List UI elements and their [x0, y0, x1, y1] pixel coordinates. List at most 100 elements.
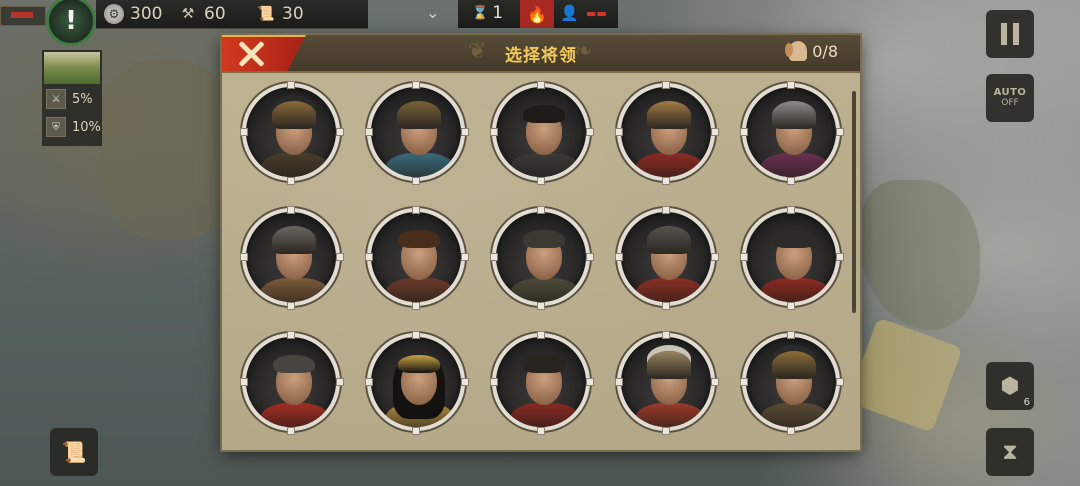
frame-notch — [662, 206, 670, 214]
dialog-header: ❦ 选择将领 ❧ 0/8 — [222, 35, 860, 73]
frame-notch — [490, 128, 498, 136]
frame-notch — [287, 427, 295, 435]
resource-bar: ⚙ 300 ⚒ 60 📜 30 ⌄ — [96, 0, 439, 29]
armor — [510, 403, 580, 427]
stat-row-2: ⛨ 10% — [46, 116, 101, 138]
frame-notch — [537, 206, 545, 214]
frame-notch — [787, 427, 795, 435]
general-portrait-lion-pelt-general[interactable] — [617, 83, 715, 181]
frame-notch — [287, 177, 295, 185]
helmet — [772, 101, 816, 129]
frame-notch — [787, 331, 795, 339]
helmet — [772, 351, 816, 379]
scrollbar[interactable] — [852, 91, 856, 313]
top-bar: ⚙ 300 ⚒ 60 📜 30 ⌄ ! ⌛ 1 🔥 👤 ▬▬ — [0, 0, 1080, 46]
frame-notch — [787, 206, 795, 214]
frame-notch — [586, 128, 594, 136]
general-portrait-crested-helmet-general-3[interactable] — [742, 333, 840, 431]
frame-notch — [287, 81, 295, 89]
iron-resource: ⚒ 60 — [178, 3, 226, 25]
armor — [510, 278, 580, 302]
frame-notch — [365, 253, 373, 261]
scroll-icon: 📜 — [61, 440, 87, 464]
general-portrait-queen-general[interactable] — [367, 333, 465, 431]
general-portrait-young-general[interactable] — [367, 208, 465, 306]
frame-notch — [287, 331, 295, 339]
general-portrait-crested-helmet-general-1[interactable] — [242, 83, 340, 181]
headdress — [398, 355, 440, 373]
frame-notch — [836, 378, 844, 386]
frame-notch — [740, 378, 748, 386]
supplies-resource: 📜 30 — [256, 3, 303, 25]
status-bar: ⌛ 1 🔥 👤 ▬▬ — [458, 0, 618, 28]
frame-notch — [461, 253, 469, 261]
end-turn-button[interactable]: ⧗ — [986, 428, 1034, 476]
hair — [773, 230, 815, 248]
helmet — [647, 226, 691, 254]
frame-notch — [240, 253, 248, 261]
general-portrait-bronze-cap-general[interactable] — [367, 83, 465, 181]
frame-notch — [662, 427, 670, 435]
pause-button[interactable] — [986, 10, 1034, 58]
frame-notch — [711, 378, 719, 386]
frame-notch — [586, 253, 594, 261]
helmet — [272, 101, 316, 129]
frame-notch — [490, 253, 498, 261]
armor — [260, 278, 330, 302]
chevron-down-icon[interactable]: ⌄ — [426, 3, 439, 22]
iron-value: 60 — [204, 4, 226, 24]
frame-notch — [836, 253, 844, 261]
general-portrait-bare-head-general-1[interactable] — [492, 83, 590, 181]
general-portrait-crested-helmet-general-2[interactable] — [617, 333, 715, 431]
armor — [260, 153, 330, 177]
frame-notch — [662, 81, 670, 89]
scroll-icon: 📜 — [257, 6, 275, 22]
frame-notch — [365, 378, 373, 386]
auto-battle-button[interactable]: AUTO OFF — [986, 74, 1034, 122]
laurel-right-icon: ❧ — [574, 39, 593, 64]
general-portrait-steel-helmet-general[interactable] — [742, 83, 840, 181]
frame-notch — [537, 177, 545, 185]
population-indicator: ▬▬ — [586, 7, 607, 20]
hex-tiles-button[interactable]: ⬢ 6 — [986, 362, 1034, 410]
silver-resource: ⚙ 300 — [104, 3, 162, 25]
general-portrait-bearded-general[interactable] — [492, 333, 590, 431]
dialog-title: 选择将领 — [505, 46, 577, 66]
frame-notch — [615, 378, 623, 386]
fire-icon[interactable]: 🔥 — [520, 0, 554, 28]
frame-notch — [537, 331, 545, 339]
region-thumbnail — [44, 52, 100, 84]
frame-notch — [537, 81, 545, 89]
general-portrait-winged-helmet-general[interactable] — [242, 208, 340, 306]
stat-2-value: 10% — [72, 119, 101, 135]
frame-notch — [740, 253, 748, 261]
armor — [635, 278, 705, 302]
auto-state: OFF — [1001, 98, 1019, 108]
frame-notch — [662, 331, 670, 339]
frame-notch — [711, 253, 719, 261]
frame-notch — [711, 128, 719, 136]
frame-notch — [662, 177, 670, 185]
frame-notch — [412, 427, 420, 435]
hourglass-icon: ⌛ — [472, 5, 489, 21]
frame-notch — [412, 331, 420, 339]
frame-notch — [412, 177, 420, 185]
helmet — [272, 226, 316, 254]
region-info-panel[interactable]: ⚔ 5% ⛨ 10% — [42, 50, 102, 146]
general-portrait-bare-head-general-2[interactable] — [492, 208, 590, 306]
turn-counter: ⌛ 1 — [472, 3, 503, 23]
stat-row-1: ⚔ 5% — [46, 88, 93, 110]
frame-notch — [336, 253, 344, 261]
frame-notch — [615, 128, 623, 136]
general-portrait-red-cloak-general-1[interactable] — [742, 208, 840, 306]
select-general-dialog: ❦ 选择将领 ❧ 0/8 — [222, 35, 860, 450]
frame-notch — [336, 378, 344, 386]
frame-notch — [287, 302, 295, 310]
general-portrait-iron-helmet-general[interactable] — [617, 208, 715, 306]
nation-flag-icon[interactable] — [0, 6, 46, 26]
armor — [635, 153, 705, 177]
frame-notch — [336, 128, 344, 136]
frame-notch — [461, 378, 469, 386]
scroll-button[interactable]: 📜 — [50, 428, 98, 476]
general-portrait-red-cloak-general-2[interactable] — [242, 333, 340, 431]
